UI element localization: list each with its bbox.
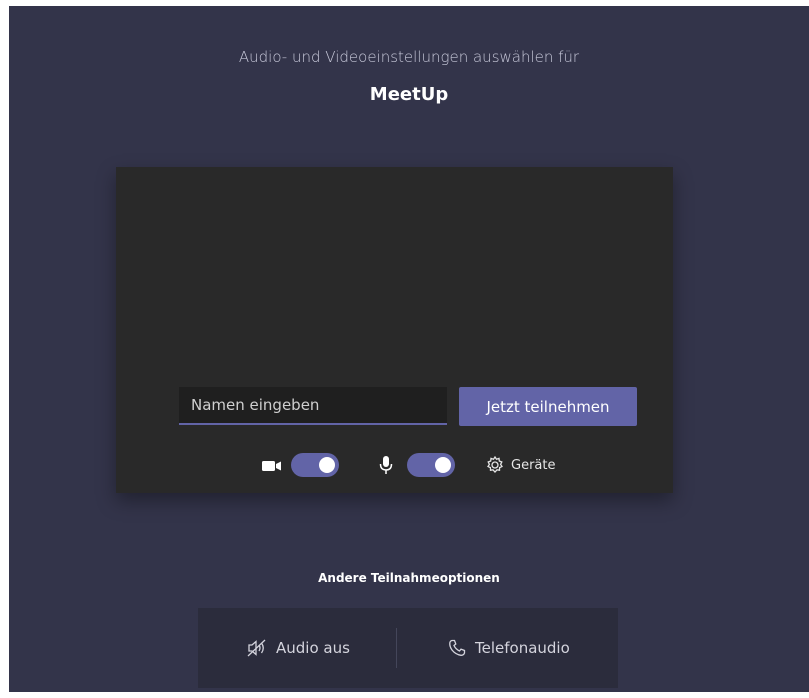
devices-button[interactable]: Geräte — [485, 452, 555, 478]
phone-icon — [447, 638, 467, 658]
camera-toggle[interactable] — [291, 453, 339, 477]
options-divider — [396, 628, 397, 668]
gear-icon — [485, 455, 505, 475]
microphone-icon — [378, 455, 394, 475]
media-controls: Geräte — [116, 452, 673, 478]
phone-audio-label: Telefonaudio — [475, 639, 570, 657]
speaker-muted-icon — [246, 638, 268, 658]
meeting-title: MeetUp — [369, 84, 449, 105]
settings-subtitle: Audio- und Videoeinstellungen auswählen … — [238, 48, 580, 66]
audio-off-button[interactable]: Audio aus — [246, 608, 350, 688]
microphone-toggle[interactable] — [407, 453, 455, 477]
other-options-title: Andere Teilnahmeoptionen — [318, 571, 500, 585]
join-now-button[interactable]: Jetzt teilnehmen — [459, 387, 637, 426]
camera-icon — [261, 455, 283, 475]
audio-off-label: Audio aus — [276, 639, 350, 657]
phone-audio-button[interactable]: Telefonaudio — [447, 608, 570, 688]
camera-toggle-knob — [319, 457, 335, 473]
video-preview: Jetzt teilnehmen — [116, 167, 673, 493]
devices-label: Geräte — [511, 457, 556, 473]
microphone-toggle-knob — [435, 457, 451, 473]
other-options-bar: Audio aus Telefonaudio — [198, 608, 618, 688]
pre-join-screen: Audio- und Videoeinstellungen auswählen … — [9, 6, 809, 692]
name-input[interactable] — [179, 387, 447, 425]
